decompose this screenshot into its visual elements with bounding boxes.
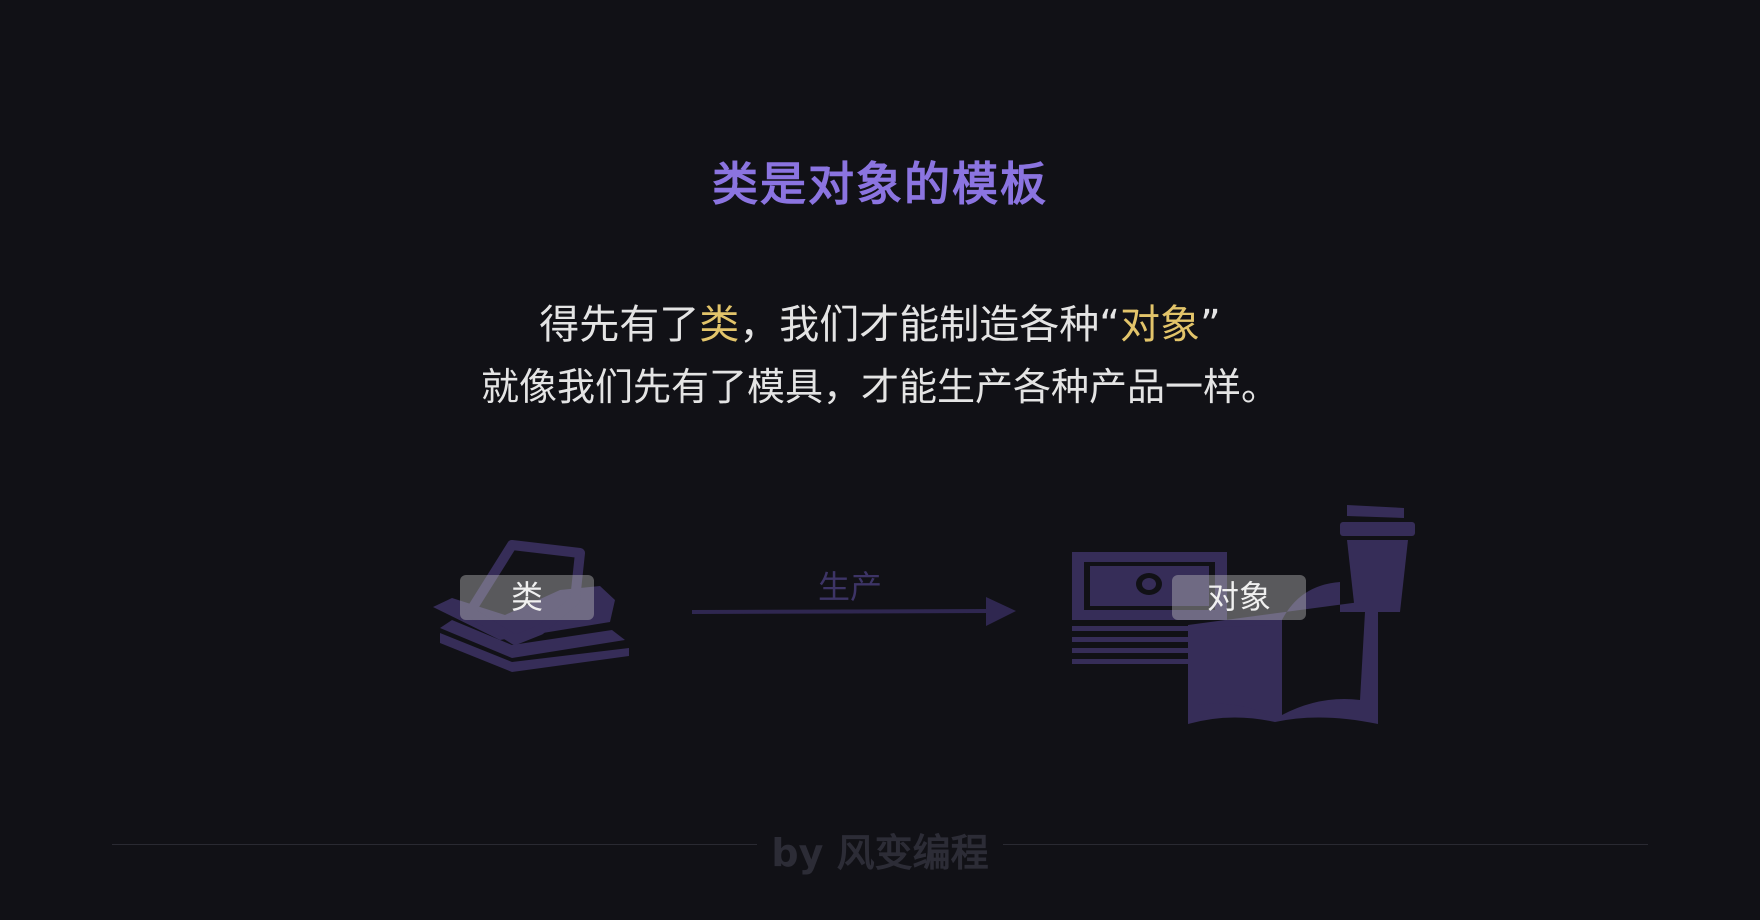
object-label: 对象 bbox=[1172, 575, 1306, 620]
diagram-graphics bbox=[433, 505, 1415, 724]
produce-label: 生产 bbox=[817, 568, 882, 606]
coffee-cup-icon bbox=[1340, 505, 1415, 612]
class-label: 类 bbox=[460, 575, 594, 620]
footer-divider-left bbox=[112, 844, 757, 845]
footer-brand: by 风变编程 bbox=[771, 831, 989, 875]
footer-divider-right bbox=[1003, 844, 1648, 845]
